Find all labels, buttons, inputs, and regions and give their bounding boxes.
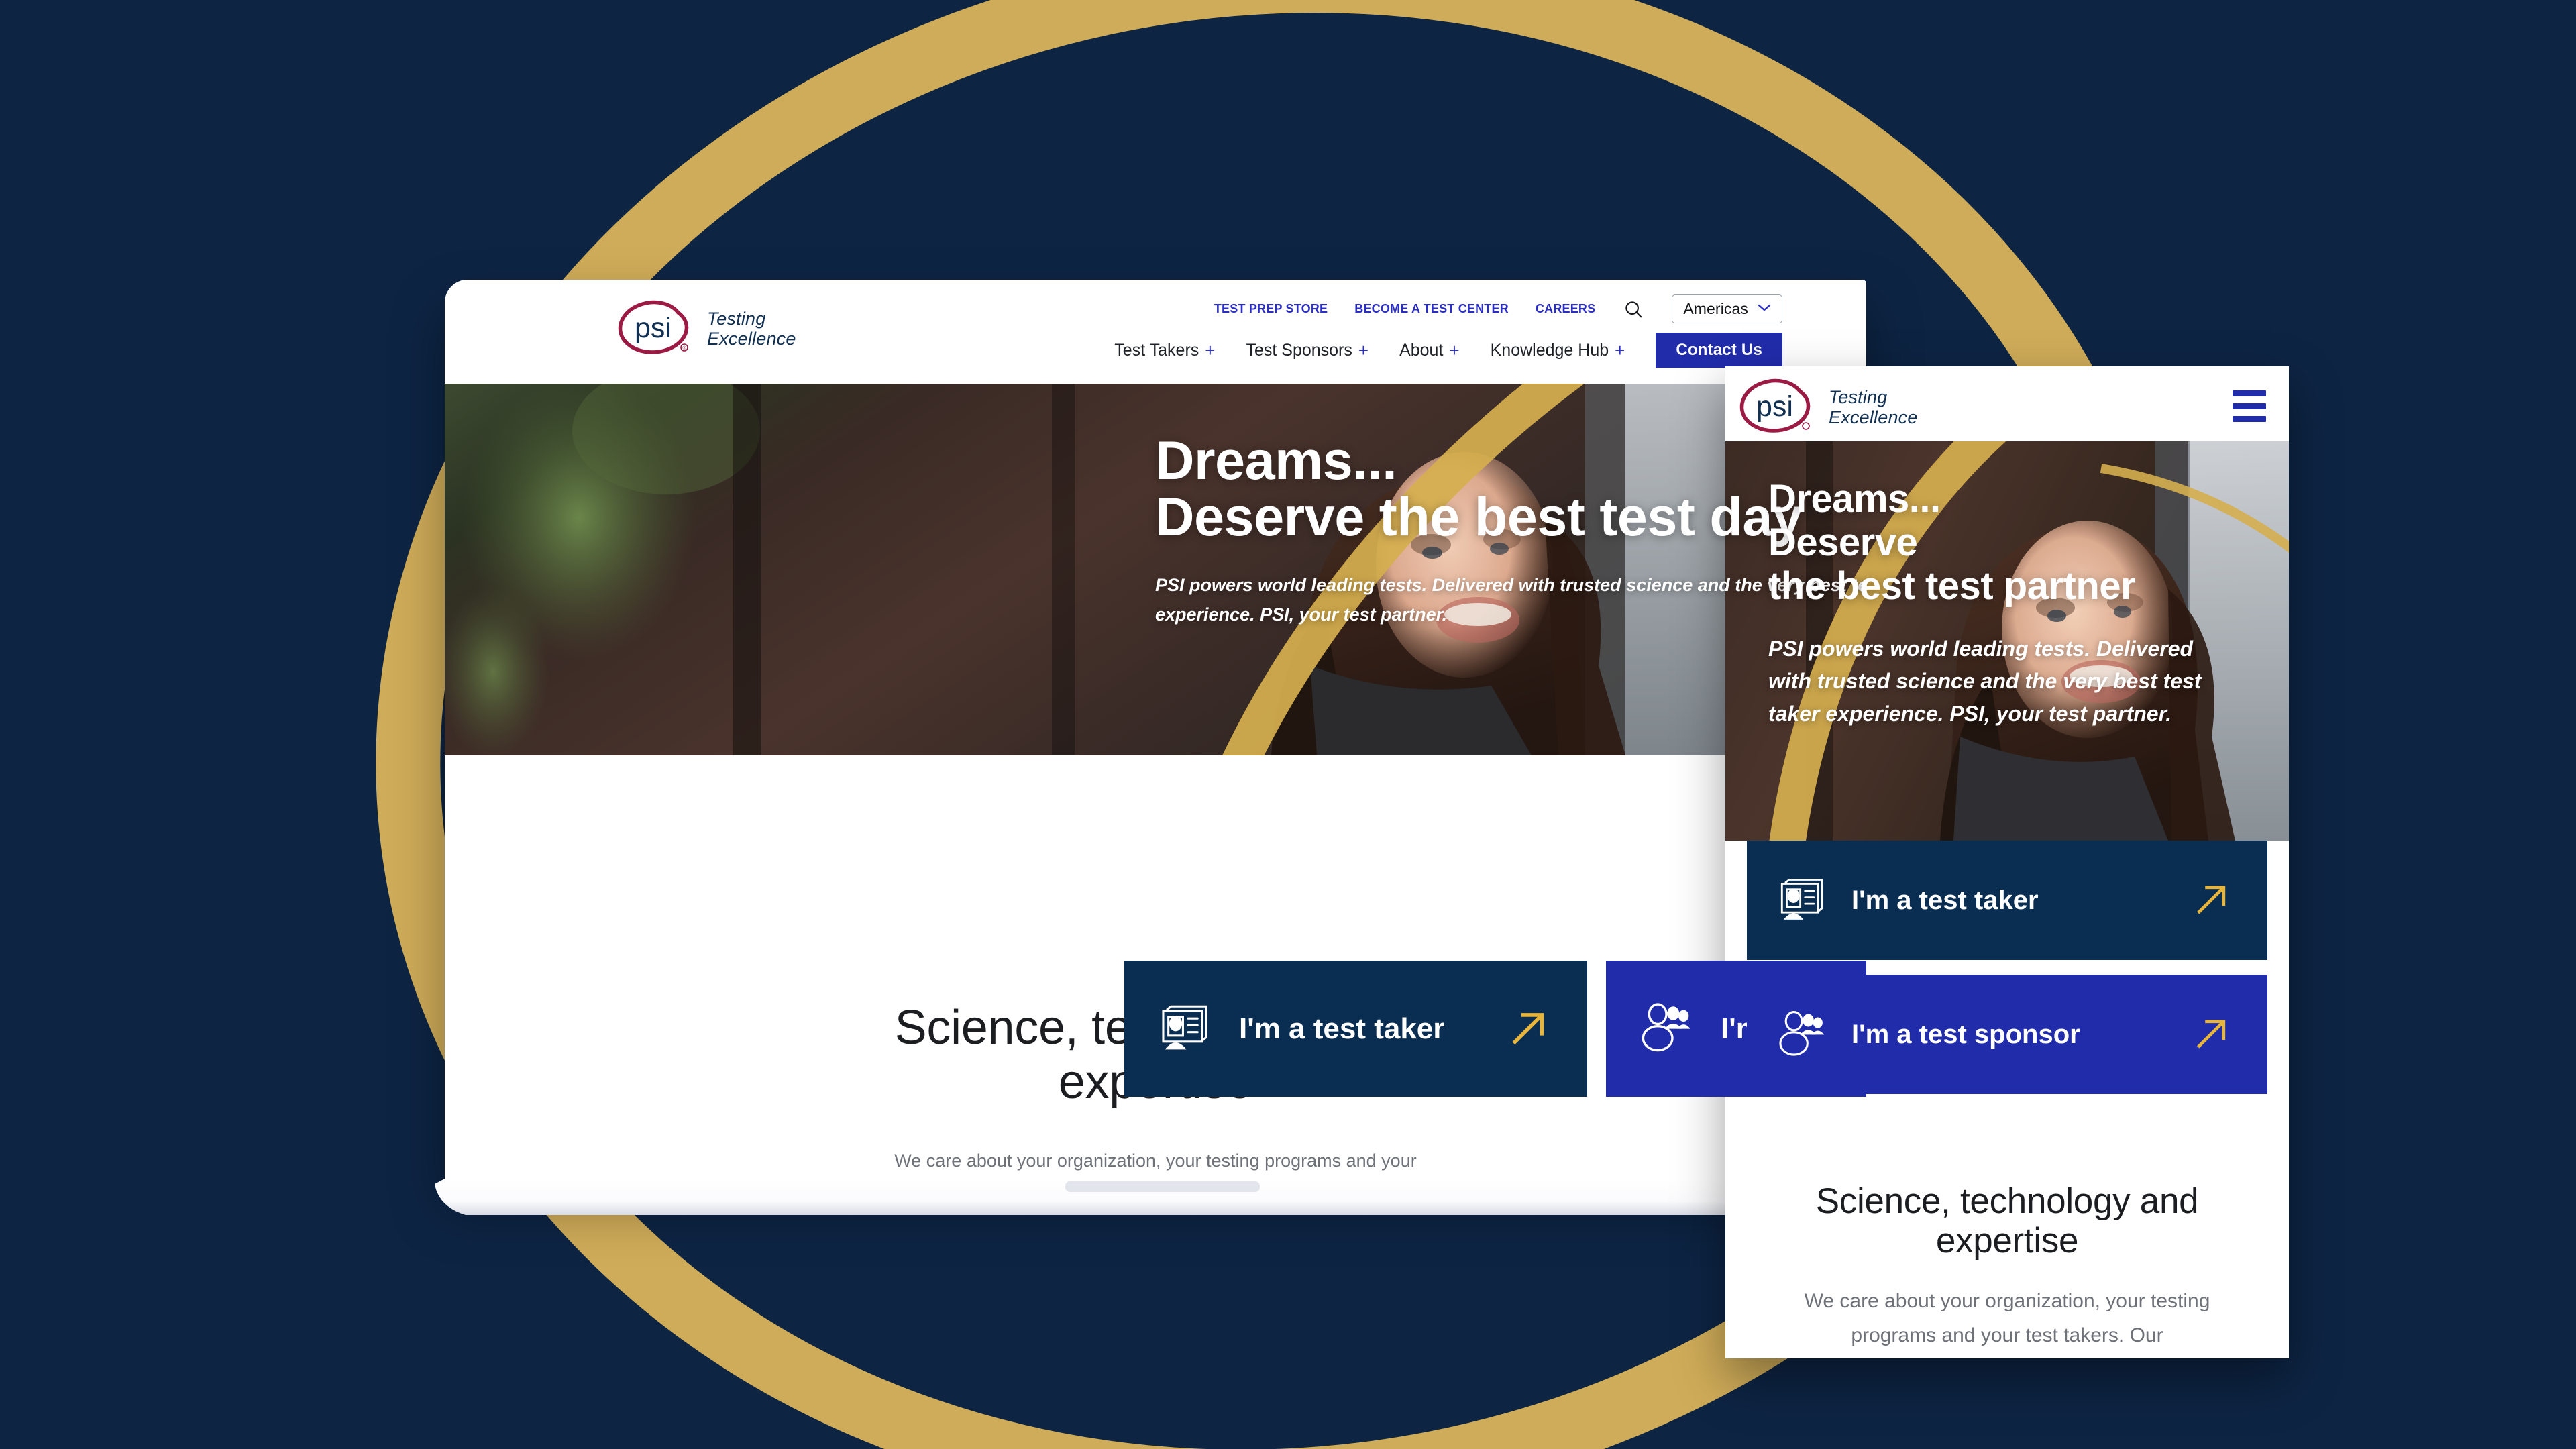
nav-label-test-sponsors: Test Sponsors [1246,340,1352,360]
logo-tagline-line2: Excellence [1829,407,1918,427]
mobile-hero: Dreams... Deserve the best test partner … [1725,441,2289,841]
hamburger-menu-icon[interactable] [2233,390,2266,422]
arrow-up-right-icon [2194,880,2231,921]
mobile-hero-headline: Dreams... Deserve the best test partner [1768,477,2258,608]
people-group-icon [1776,1008,1827,1062]
psi-logo-mark: psi [1736,377,1818,438]
nav-expander-icon: + [1205,340,1216,360]
mobile-hero-headline-line3: the best test partner [1768,564,2136,608]
desktop-cta-test-taker-label: I'm a test taker [1239,1012,1445,1045]
id-card-document-icon [1776,873,1827,928]
laptop-device: psi ® Testing Excellence TEST PREP STORE… [435,280,1964,1215]
id-card-document-icon [1157,1000,1212,1058]
main-nav: Test Takers + Test Sponsors + About + Kn… [1114,333,1782,368]
nav-item-knowledge-hub[interactable]: Knowledge Hub + [1491,341,1625,360]
nav-expander-icon: + [1358,340,1369,360]
psi-logo-tagline: Testing Excellence [707,309,796,348]
nav-item-about[interactable]: About + [1399,341,1460,360]
desktop-hero-subcopy: PSI powers world leading tests. Delivere… [1155,575,1866,625]
logo-tagline-line2: Excellence [707,328,796,349]
mobile-cta-test-taker-label: I'm a test taker [1851,885,2039,915]
nav-item-test-takers[interactable]: Test Takers + [1114,341,1215,360]
header-right-cluster: TEST PREP STORE BECOME A TEST CENTER CAR… [1114,294,1782,368]
mobile-cta-column: I'm a test taker I'm a test sponsor [1747,841,2267,1094]
psi-logo-mobile[interactable]: psi Testing Excellence [1736,377,1918,438]
desktop-site-header: psi ® Testing Excellence TEST PREP STORE… [445,280,1866,384]
desktop-hero-headline-line1: Dreams... [1155,431,1397,491]
psi-logo[interactable]: psi ® Testing Excellence [614,299,796,360]
mobile-hero-copy: Dreams... Deserve the best test partner … [1768,477,2258,731]
people-group-icon [1639,1000,1694,1058]
region-selector-value: Americas [1683,300,1748,317]
mobile-science-section: Science, technology and expertise We car… [1725,1155,2289,1352]
arrow-up-right-icon [2194,1014,2231,1055]
mobile-hero-headline-line2: Deserve [1768,520,1918,564]
arrow-up-right-icon [1509,1006,1550,1051]
utility-link-become-a-test-center[interactable]: BECOME A TEST CENTER [1354,302,1509,316]
scene-stage: psi ® Testing Excellence TEST PREP STORE… [0,0,2576,1449]
contact-us-button[interactable]: Contact Us [1656,333,1782,368]
utility-nav: TEST PREP STORE BECOME A TEST CENTER CAR… [1214,294,1782,323]
region-selector[interactable]: Americas [1672,294,1782,323]
mobile-hero-subcopy: PSI powers world leading tests. Delivere… [1768,636,2202,727]
svg-text:psi: psi [635,312,672,344]
nav-label-about: About [1399,340,1444,360]
utility-link-careers[interactable]: CAREERS [1536,302,1595,316]
psi-logo-tagline: Testing Excellence [1829,388,1918,427]
registered-mark: ® [682,345,686,351]
mobile-section-heading: Science, technology and expertise [1815,1181,2199,1261]
logo-tagline-line1: Testing [1829,387,1888,408]
nav-label-test-takers: Test Takers [1114,340,1199,360]
mobile-cta-test-taker[interactable]: I'm a test taker [1747,841,2267,960]
chevron-down-icon [1758,303,1771,315]
mobile-device: psi Testing Excellence Dreams... Deserve… [1725,366,2289,1358]
nav-expander-icon: + [1449,340,1460,360]
desktop-hero-headline: Dreams... Deserve the best test day [1155,431,1866,548]
mobile-hero-headline-line1: Dreams... [1768,477,1941,521]
nav-label-knowledge-hub: Knowledge Hub [1490,340,1609,360]
nav-item-test-sponsors[interactable]: Test Sponsors + [1246,341,1368,360]
search-icon[interactable] [1622,298,1645,321]
mobile-cta-test-sponsor[interactable]: I'm a test sponsor [1747,975,2267,1094]
psi-logo-mark: psi ® [614,299,696,360]
desktop-hero-copy: Dreams... Deserve the best test day PSI … [1155,433,1866,630]
desktop-hero-headline-line2: Deserve the best test day [1155,487,1803,548]
utility-link-test-prep-store[interactable]: TEST PREP STORE [1214,302,1328,316]
mobile-cta-test-sponsor-label: I'm a test sponsor [1851,1019,2080,1049]
logo-tagline-line1: Testing [707,309,766,329]
desktop-section-body: We care about your organization, your te… [894,1150,1417,1181]
mobile-section-body: We care about your organization, your te… [1804,1289,2210,1346]
laptop-screen: psi ® Testing Excellence TEST PREP STORE… [445,280,1866,1181]
mobile-site-header: psi Testing Excellence [1725,366,2289,441]
svg-text:psi: psi [1756,390,1793,423]
desktop-hero: Dreams... Deserve the best test day PSI … [445,384,1866,755]
desktop-cta-test-taker[interactable]: I'm a test taker [1124,961,1587,1097]
nav-expander-icon: + [1615,340,1625,360]
